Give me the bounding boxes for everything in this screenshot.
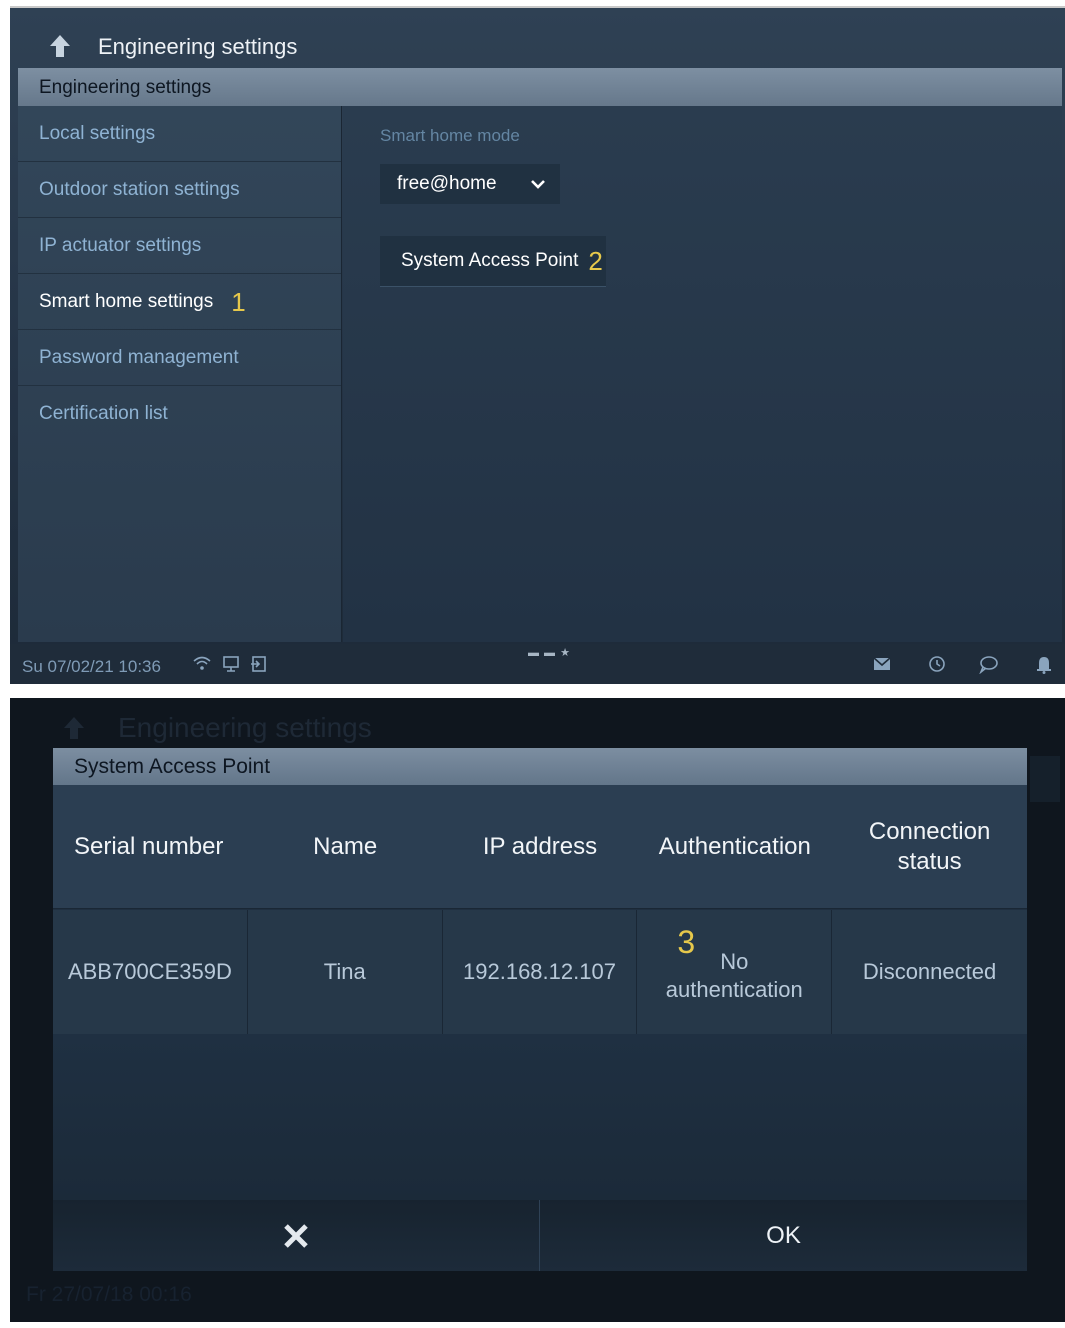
cell-serial: ABB700CE359D [53,910,248,1034]
column-header-connection-status: Connection status [868,817,991,875]
page-indicator: ▬ ▬ ★ [528,647,571,659]
window-title: Engineering settings [98,34,298,59]
sidebar-item-label: IP actuator settings [39,234,202,256]
date-time: Su 07/02/21 10:36 [22,657,161,676]
system-access-point-screen: Engineering settings Fr 27/07/18 00:16 S… [10,698,1065,1322]
step-marker-1: 1 [231,286,246,317]
dialog-footer: OK [53,1200,1027,1271]
sidebar-item-smart-home-settings[interactable]: Smart home settings 1 [18,274,341,330]
cell-name: Tina [248,910,443,1034]
main-content: Smart home mode free@home System Access … [343,106,1062,642]
back-arrow-icon[interactable] [46,32,74,60]
step-marker-3: 3 [677,924,696,960]
ok-button[interactable]: OK [540,1200,1027,1271]
sidebar-item-label: Outdoor station settings [39,178,240,200]
sidebar-item-local-settings[interactable]: Local settings [18,106,341,162]
system-access-point-button[interactable]: System Access Point 2 [380,236,606,287]
engineering-settings-screen: Engineering settings Engineering setting… [10,6,1065,684]
history-icon[interactable] [927,654,947,674]
sidebar-item-password-management[interactable]: Password management [18,330,341,386]
table-row[interactable]: ABB700CE359D Tina 192.168.12.107 3 No au… [53,910,1027,1034]
smart-home-mode-select[interactable]: free@home [380,164,560,204]
table-header: Serial number Name IP address Authentica… [53,785,1027,909]
system-access-point-dialog: System Access Point Serial number Name I… [53,748,1027,1271]
sidebar-item-label: Certification list [39,403,168,424]
sidebar-item-certification-list[interactable]: Certification list [18,386,341,442]
back-arrow-icon [64,717,84,739]
cell-authentication: 3 No authentication [637,910,833,1034]
monitor-icon [223,656,239,672]
sidebar-item-label: Local settings [39,122,156,144]
chat-icon[interactable] [978,654,998,674]
logout-icon [251,656,266,672]
sidebar-item-label: Smart home settings [39,290,214,312]
background-header-fragment [1030,756,1060,802]
sidebar: Local settings Outdoor station settings … [18,106,342,642]
cancel-button[interactable] [53,1200,540,1271]
column-header-ip: IP address [482,832,598,860]
dialog-title-label: System Access Point [74,754,271,778]
title-bar: Engineering settings [10,24,1065,70]
mail-icon[interactable] [872,654,892,674]
section-header: Engineering settings [18,68,1062,106]
sidebar-item-ip-actuator-settings[interactable]: IP actuator settings [18,218,341,274]
cell-connection-status: Disconnected [862,959,997,984]
status-bar: Su 07/02/21 10:36 ▬ ▬ ★ [10,644,1065,684]
sap-button-label: System Access Point [401,250,579,271]
wifi-icon [193,656,211,670]
close-icon [284,1223,308,1248]
mode-select-value: free@home [397,173,497,194]
chevron-down-icon [531,180,545,189]
column-header-authentication: Authentication [658,832,811,860]
column-header-name: Name [313,832,378,860]
dialog-title: System Access Point [53,748,1027,785]
cell-ip: 192.168.12.107 [443,910,638,1034]
background-date-time: Fr 27/07/18 00:16 [26,1283,192,1306]
step-marker-2: 2 [588,246,603,276]
sidebar-item-outdoor-station-settings[interactable]: Outdoor station settings [18,162,341,218]
bell-icon[interactable] [1034,654,1054,674]
background-window-title: Engineering settings [118,712,372,743]
section-header-label: Engineering settings [39,77,212,98]
column-header-serial: Serial number [74,832,224,860]
table-empty-area [53,1034,1027,1200]
sidebar-item-label: Password management [39,346,239,368]
smart-home-mode-label: Smart home mode [380,126,520,145]
